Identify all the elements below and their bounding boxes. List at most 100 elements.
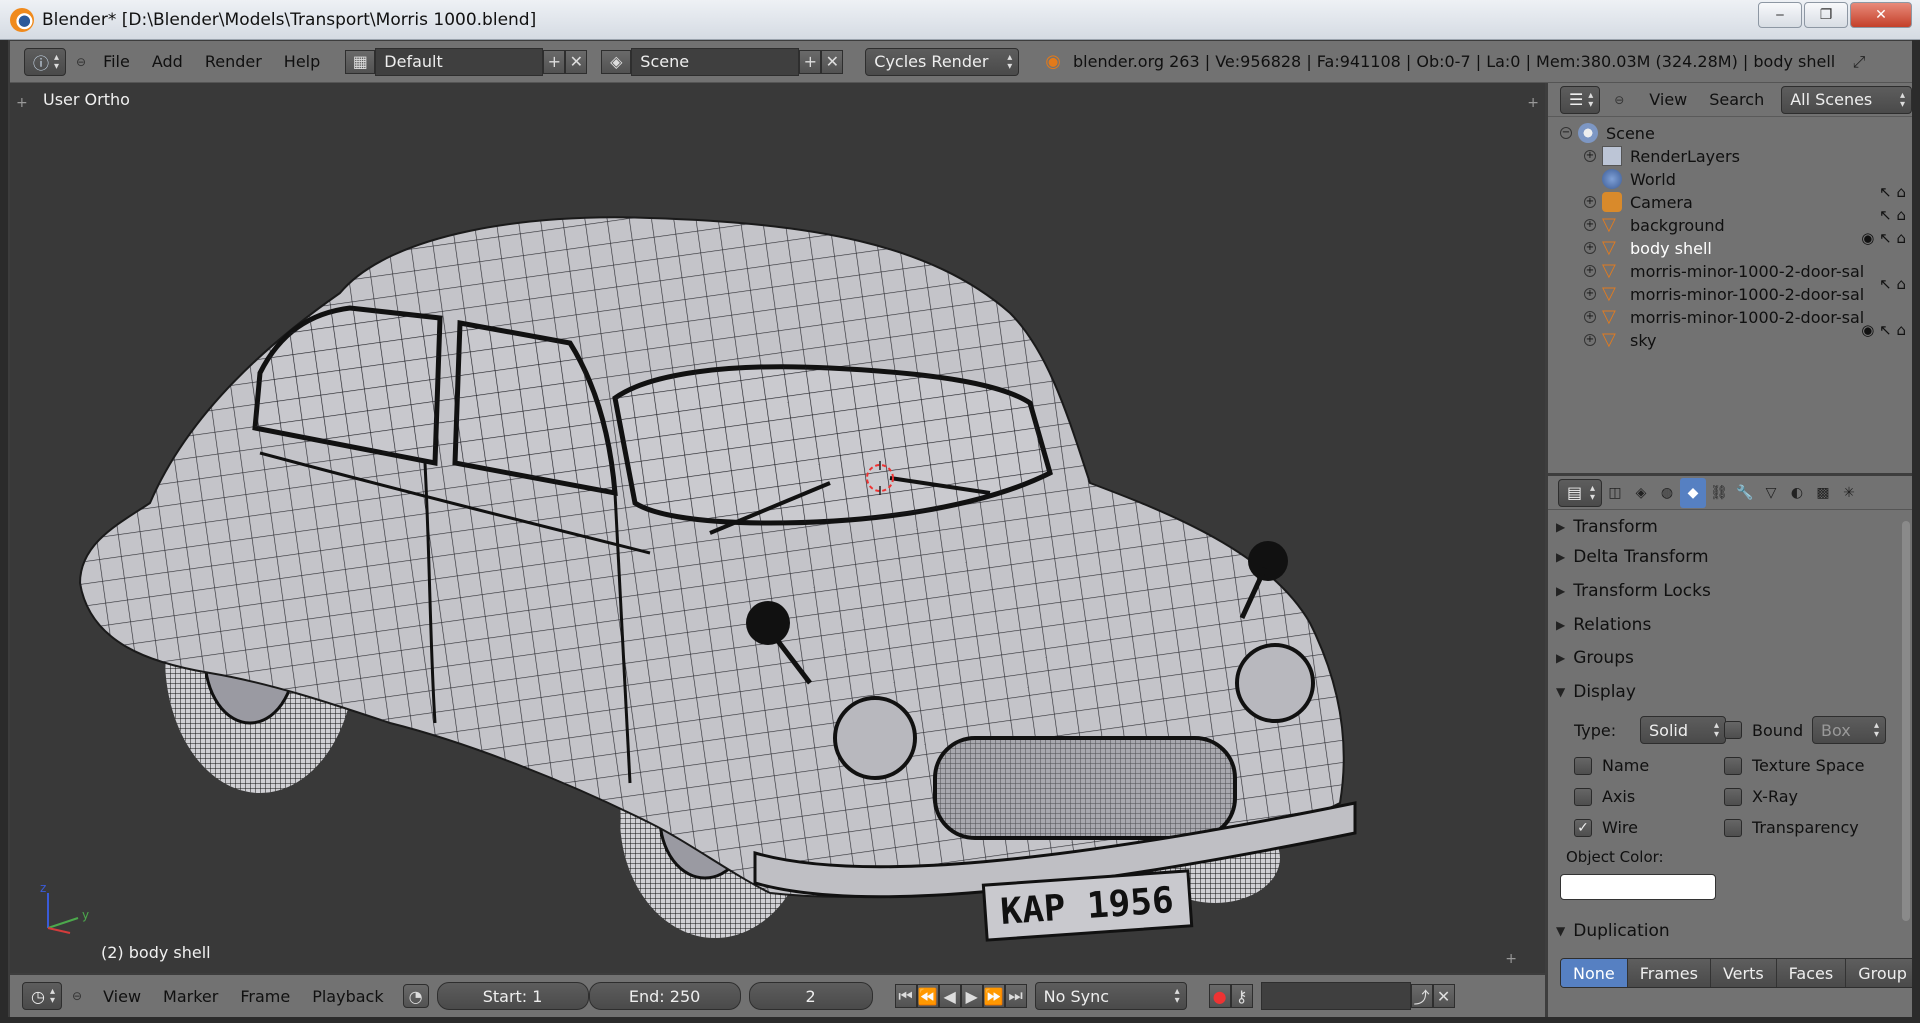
- panel-delta-transform[interactable]: ▶ Delta Transform: [1556, 542, 1898, 572]
- render-tab-icon[interactable]: ◫: [1602, 478, 1628, 508]
- modifiers-tab-icon[interactable]: 🔧: [1732, 478, 1758, 508]
- render-engine-label: Cycles Render: [874, 52, 989, 71]
- record-icon[interactable]: ●: [1208, 984, 1231, 1008]
- play-reverse-icon[interactable]: ◀: [938, 984, 961, 1008]
- bound-checkbox[interactable]: [1724, 721, 1742, 739]
- editor-type-button[interactable]: ⓘ ▴ ▾: [24, 47, 66, 76]
- transparency-checkbox[interactable]: [1724, 818, 1742, 837]
- keying-set-field[interactable]: [1260, 982, 1411, 1010]
- scene-remove-button[interactable]: ✕: [821, 49, 844, 74]
- timeline-menu-frame[interactable]: Frame: [229, 987, 301, 1006]
- insert-keyframe-icon[interactable]: ⤴: [1410, 984, 1433, 1008]
- particles-tab-icon[interactable]: ✳: [1836, 478, 1862, 508]
- outliner-restrict-columns: ↖ ⌂ ↖ ⌂ ◉ ↖ ⌂ ↖ ⌂ ◉ ↖ ⌂: [1861, 183, 1906, 339]
- axis-checkbox[interactable]: [1574, 787, 1592, 806]
- menu-file[interactable]: File: [92, 52, 141, 71]
- play-icon[interactable]: ▶: [960, 984, 983, 1008]
- sync-mode-dropdown[interactable]: No Sync ▴ ▾: [1034, 982, 1187, 1010]
- timeline-editor-button[interactable]: ◷ ▴ ▾: [22, 982, 62, 1010]
- duplication-faces-button[interactable]: Faces: [1776, 959, 1847, 987]
- wire-checkbox-row[interactable]: ✓ Wire: [1574, 818, 1638, 837]
- panel-transform-locks[interactable]: ▶ Transform Locks: [1556, 576, 1898, 606]
- fullscreen-icon[interactable]: ⤢: [1844, 50, 1874, 74]
- duplication-none-button[interactable]: None: [1561, 959, 1628, 987]
- blender-version-icon: ◉: [1045, 51, 1061, 72]
- duplication-verts-button[interactable]: Verts: [1710, 959, 1777, 987]
- preview-range-icon[interactable]: ◔: [402, 984, 429, 1008]
- current-frame-field[interactable]: 2: [748, 982, 873, 1010]
- jump-end-icon[interactable]: ⏭: [1004, 984, 1027, 1008]
- car-model[interactable]: KAP 1956 z y: [10, 83, 1545, 973]
- end-frame-field[interactable]: End: 250: [588, 982, 741, 1010]
- texture-space-checkbox-row[interactable]: Texture Space: [1724, 756, 1864, 775]
- scene-icon: [1578, 123, 1598, 143]
- properties-editor-button[interactable]: ▤ ▴ ▾: [1558, 478, 1602, 507]
- timeline-menu-marker[interactable]: Marker: [152, 987, 229, 1006]
- collapse-menu-icon[interactable]: ⊖: [76, 55, 86, 69]
- delete-keyframe-icon[interactable]: ✕: [1432, 984, 1455, 1008]
- bound-type-dropdown[interactable]: Box ▴ ▾: [1812, 716, 1886, 744]
- duplication-group-button[interactable]: Group: [1846, 959, 1912, 987]
- object-color-swatch[interactable]: [1560, 874, 1716, 900]
- outliner-filter-dropdown[interactable]: All Scenes ▴ ▾: [1781, 85, 1912, 114]
- prev-keyframe-icon[interactable]: ⏪: [916, 984, 939, 1008]
- world-tab-icon[interactable]: ◍: [1654, 478, 1680, 508]
- panel-display[interactable]: ▼ Display: [1556, 677, 1898, 707]
- svg-text:y: y: [82, 908, 89, 922]
- material-tab-icon[interactable]: ◐: [1784, 478, 1810, 508]
- outliner-editor-button[interactable]: ☰ ▴ ▾: [1560, 85, 1601, 114]
- render-engine-dropdown[interactable]: Cycles Render ▴ ▾: [865, 47, 1020, 76]
- close-button[interactable]: ✕: [1850, 2, 1912, 28]
- outliner-menu-search[interactable]: Search: [1698, 90, 1775, 109]
- scene-tab-icon[interactable]: ◈: [1628, 478, 1654, 508]
- scene-icon[interactable]: ◈: [601, 49, 632, 74]
- outliner-menu-view[interactable]: View: [1638, 90, 1698, 109]
- texture-tab-icon[interactable]: ▩: [1810, 478, 1836, 508]
- scene-field[interactable]: Scene: [631, 47, 800, 76]
- layout-field[interactable]: Default: [375, 47, 544, 76]
- collapse-menu-icon[interactable]: ⊖: [72, 989, 82, 1003]
- panel-groups[interactable]: ▶ Groups: [1556, 643, 1898, 673]
- keying-set-icon[interactable]: ⚷: [1230, 984, 1253, 1008]
- xray-checkbox[interactable]: [1724, 787, 1742, 806]
- panel-duplication[interactable]: ▼ Duplication: [1556, 916, 1898, 946]
- renderlayers-icon: [1602, 146, 1622, 166]
- start-frame-field[interactable]: Start: 1: [436, 982, 589, 1010]
- axis-checkbox-row[interactable]: Axis: [1574, 787, 1635, 806]
- info-header: ⓘ ▴ ▾ ⊖ File Add Render Help ▦ Default + ✕…: [10, 41, 1912, 83]
- object-color-label: Object Color:: [1566, 848, 1664, 866]
- collapse-menu-icon[interactable]: ⊖: [1614, 93, 1624, 107]
- wire-checkbox[interactable]: ✓: [1574, 818, 1592, 837]
- layout-icon[interactable]: ▦: [345, 49, 376, 74]
- name-checkbox-row[interactable]: Name: [1574, 756, 1649, 775]
- display-type-dropdown[interactable]: Solid ▴ ▾: [1640, 716, 1726, 744]
- texture-space-checkbox[interactable]: [1724, 756, 1742, 775]
- timeline-menu-playback[interactable]: Playback: [301, 987, 394, 1006]
- next-keyframe-icon[interactable]: ⏩: [982, 984, 1005, 1008]
- xray-checkbox-row[interactable]: X-Ray: [1724, 787, 1798, 806]
- data-tab-icon[interactable]: ▽: [1758, 478, 1784, 508]
- outliner-item-sky[interactable]: + ▽ sky: [1584, 326, 1657, 354]
- name-checkbox[interactable]: [1574, 756, 1592, 775]
- jump-start-icon[interactable]: ⏮: [894, 984, 917, 1008]
- menu-help[interactable]: Help: [273, 52, 331, 71]
- mesh-icon: ▽: [1602, 237, 1616, 258]
- maximize-button[interactable]: ❐: [1804, 2, 1848, 28]
- panel-relations[interactable]: ▶ Relations: [1556, 610, 1898, 640]
- properties-scrollbar[interactable]: [1902, 521, 1910, 921]
- menu-add[interactable]: Add: [141, 52, 194, 71]
- panel-transform[interactable]: ▶ Transform: [1556, 516, 1898, 538]
- timeline-menu-view[interactable]: View: [92, 987, 152, 1006]
- duplication-frames-button[interactable]: Frames: [1627, 959, 1711, 987]
- properties-panel: ▤ ▴ ▾ ◫ ◈ ◍ ◆ ⛓ 🔧 ▽ ◐ ▩ ✳ ▶ Transform ▶ Delt…: [1548, 476, 1912, 1017]
- menu-render[interactable]: Render: [194, 52, 273, 71]
- object-tab-icon[interactable]: ◆: [1680, 477, 1706, 508]
- 3d-viewport[interactable]: User Ortho + + + KAP 1956 z y (2) body s…: [10, 83, 1545, 973]
- scene-add-button[interactable]: +: [799, 49, 822, 74]
- layout-remove-button[interactable]: ✕: [565, 49, 588, 74]
- layout-add-button[interactable]: +: [543, 49, 566, 74]
- properties-header: ▤ ▴ ▾ ◫ ◈ ◍ ◆ ⛓ 🔧 ▽ ◐ ▩ ✳: [1548, 476, 1912, 510]
- transparency-checkbox-row[interactable]: Transparency: [1724, 818, 1859, 837]
- constraints-tab-icon[interactable]: ⛓: [1706, 478, 1732, 508]
- minimize-button[interactable]: ‒: [1758, 2, 1802, 28]
